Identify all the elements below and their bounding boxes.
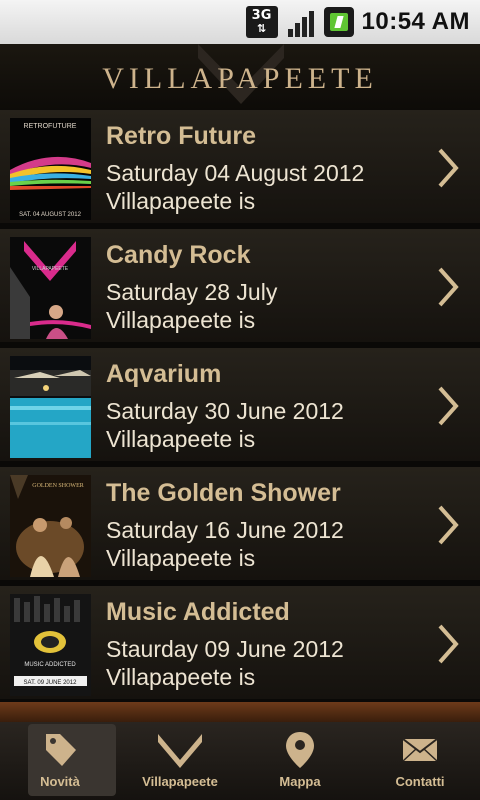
tab-contatti[interactable]: Contatti (360, 722, 480, 800)
tab-villapapeete[interactable]: Villapapeete (120, 722, 240, 800)
event-date: Saturday 30 June 2012 (106, 398, 344, 424)
event-item-aqvarium[interactable]: Aqvarium Saturday 30 June 2012 Villapape… (0, 348, 480, 467)
tab-novita[interactable]: Novità (0, 722, 120, 800)
status-bar: 3G ⇅ 10:54 AM (0, 0, 480, 44)
event-date: Staurday 09 June 2012 (106, 636, 344, 662)
v-logo-icon (158, 734, 202, 768)
event-title: Retro Future (106, 122, 256, 150)
event-item-music-addicted[interactable]: MUSIC ADDICTED SAT. 09 JUNE 2012 Music A… (0, 586, 480, 705)
app-header: VILLAPAPEETE (0, 44, 480, 110)
app-title: VILLAPAPEETE (102, 62, 378, 95)
status-clock: 10:54 AM (361, 8, 470, 35)
event-item-retro-future[interactable]: RETROFUTURE SAT. 04 AUGUST 2012 Retro Fu… (0, 110, 480, 229)
event-thumbnail (10, 356, 91, 458)
event-venue: Villapapeete is (106, 664, 256, 690)
event-title: Candy Rock (106, 241, 251, 269)
chevron-right-icon (438, 624, 459, 664)
event-thumbnail: RETROFUTURE SAT. 04 AUGUST 2012 (10, 118, 91, 220)
thumb-text: RETROFUTURE (24, 123, 77, 130)
chevron-right-icon (438, 505, 459, 545)
map-pin-icon (286, 732, 314, 768)
network-3g-icon: 3G ⇅ (245, 6, 278, 38)
tab-label: Mappa (279, 774, 321, 789)
event-list[interactable]: RETROFUTURE SAT. 04 AUGUST 2012 Retro Fu… (0, 110, 480, 705)
event-title: The Golden Shower (106, 479, 341, 507)
network-label: 3G (251, 8, 272, 23)
tag-icon (46, 734, 76, 766)
signal-strength-icon (286, 7, 316, 37)
thumb-text: GOLDEN SHOWER (32, 483, 84, 489)
event-item-candy-rock[interactable]: VILLAPAPEETE Candy Rock Saturday 28 July… (0, 229, 480, 348)
tab-mappa[interactable]: Mappa (240, 722, 360, 800)
tab-label: Contatti (395, 774, 445, 789)
thumb-caption: SAT. 09 JUNE 2012 (24, 680, 78, 686)
list-overflow-item[interactable] (0, 702, 480, 722)
thumb-caption: SAT. 04 AUGUST 2012 (19, 212, 81, 218)
event-venue: Villapapeete is (106, 307, 256, 333)
event-date: Saturday 28 July (106, 279, 278, 305)
event-venue: Villapapeete is (106, 545, 256, 571)
event-title: Aqvarium (106, 360, 222, 388)
chevron-right-icon (438, 267, 459, 307)
event-item-the-golden-shower[interactable]: GOLDEN SHOWER The Golden Shower Saturday… (0, 467, 480, 586)
event-date: Saturday 04 August 2012 (106, 160, 365, 186)
chevron-right-icon (438, 148, 459, 188)
tab-label: Novità (40, 774, 80, 789)
tab-label: Villapapeete (142, 774, 218, 789)
thumb-text: MUSIC ADDICTED (24, 662, 76, 668)
event-date: Saturday 16 June 2012 (106, 517, 344, 543)
envelope-icon (402, 738, 438, 762)
event-thumbnail: MUSIC ADDICTED SAT. 09 JUNE 2012 (10, 594, 91, 696)
event-thumbnail: VILLAPAPEETE (10, 237, 91, 339)
bottom-tab-bar: Novità Villapapeete Mappa Contatti (0, 722, 480, 800)
thumb-text: VILLAPAPEETE (32, 266, 69, 272)
event-title: Music Addicted (106, 598, 290, 626)
chevron-right-icon (438, 386, 459, 426)
battery-charging-icon (323, 7, 354, 37)
event-venue: Villapapeete is (106, 426, 256, 452)
event-venue: Villapapeete is (106, 188, 256, 214)
event-thumbnail: GOLDEN SHOWER (10, 475, 91, 577)
